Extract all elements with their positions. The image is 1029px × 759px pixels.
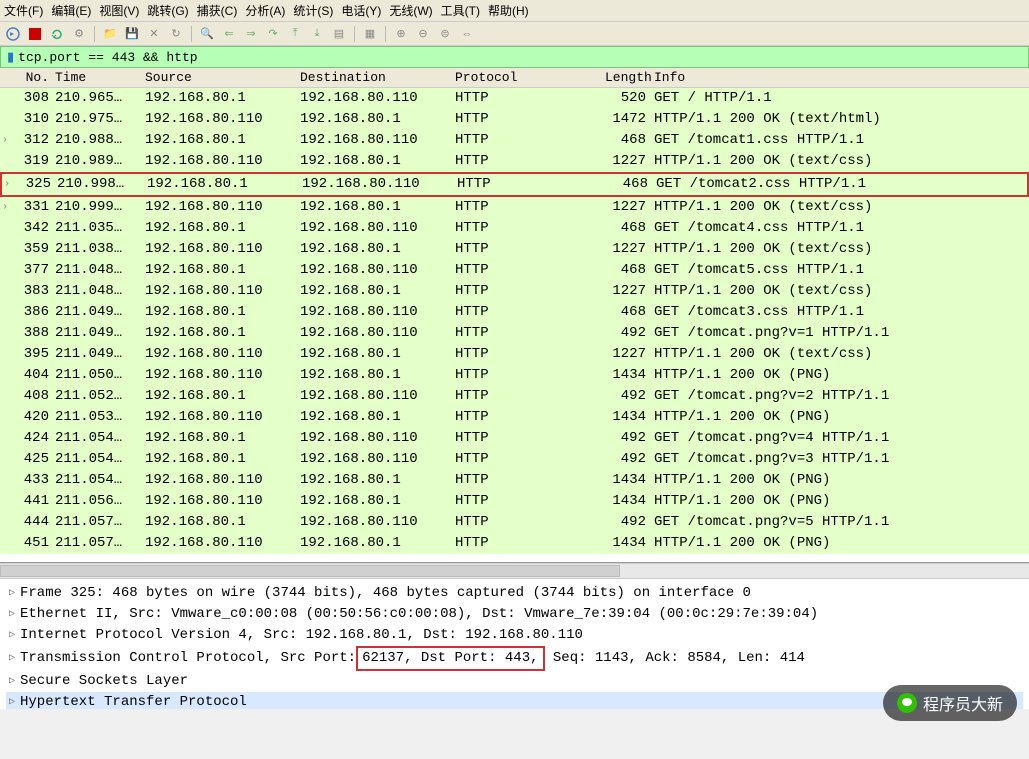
menu-edit[interactable]: 编辑(E) <box>51 2 91 19</box>
toolbar-separator <box>191 26 192 42</box>
autoscroll-icon[interactable]: ▤ <box>330 25 348 43</box>
wechat-icon <box>897 693 917 713</box>
packet-row[interactable]: 388211.049…192.168.80.1192.168.80.110HTT… <box>0 323 1029 344</box>
detail-http[interactable]: ▷ Hypertext Transfer Protocol <box>6 692 1023 709</box>
horizontal-scrollbar[interactable] <box>0 563 1029 579</box>
packet-row[interactable]: 395211.049…192.168.80.110192.168.80.1HTT… <box>0 344 1029 365</box>
stop-capture-icon[interactable] <box>26 25 44 43</box>
packet-details-pane[interactable]: ▷ Frame 325: 468 bytes on wire (3744 bit… <box>0 579 1029 709</box>
packet-row[interactable]: 433211.054…192.168.80.110192.168.80.1HTT… <box>0 470 1029 491</box>
restart-capture-icon[interactable] <box>48 25 66 43</box>
menu-capture[interactable]: 捕获(C) <box>197 2 238 19</box>
packet-row[interactable]: 319210.989…192.168.80.110192.168.80.1HTT… <box>0 151 1029 172</box>
open-file-icon[interactable]: 📁 <box>101 25 119 43</box>
toolbar: ⚙ 📁 💾 ✕ ↻ 🔍 ⇐ ⇒ ↷ ⤒ ⤓ ▤ ▦ ⊕ ⊖ ⊜ ⇔ <box>0 22 1029 46</box>
watermark-text: 程序员大新 <box>923 691 1003 715</box>
packet-row[interactable]: 425211.054…192.168.80.1192.168.80.110HTT… <box>0 449 1029 470</box>
packet-row[interactable]: 377211.048…192.168.80.1192.168.80.110HTT… <box>0 260 1029 281</box>
packet-list-header: No. Time Source Destination Protocol Len… <box>0 68 1029 88</box>
column-time[interactable]: Time <box>55 70 145 85</box>
display-filter-bar: ▮ <box>0 46 1029 68</box>
watermark-badge: 程序员大新 <box>883 685 1017 721</box>
expander-icon[interactable]: ▷ <box>6 583 18 604</box>
packet-row[interactable]: ›331210.999…192.168.80.110192.168.80.1HT… <box>0 197 1029 218</box>
toolbar-separator <box>354 26 355 42</box>
detail-tcp-text: Transmission Control Protocol, Src Port:… <box>20 646 805 671</box>
detail-http-text: Hypertext Transfer Protocol <box>20 692 247 709</box>
expander-icon[interactable]: ▷ <box>6 671 18 692</box>
toolbar-separator <box>94 26 95 42</box>
column-protocol[interactable]: Protocol <box>455 70 605 85</box>
column-source[interactable]: Source <box>145 70 300 85</box>
column-info[interactable]: Info <box>650 70 1029 85</box>
menu-telephony[interactable]: 电话(Y) <box>341 2 381 19</box>
colorize-icon[interactable]: ▦ <box>361 25 379 43</box>
packet-list-pane[interactable]: 308210.965…192.168.80.1192.168.80.110HTT… <box>0 88 1029 563</box>
packet-row[interactable]: 383211.048…192.168.80.110192.168.80.1HTT… <box>0 281 1029 302</box>
expander-icon[interactable]: ▷ <box>6 604 18 625</box>
toolbar-separator <box>385 26 386 42</box>
detail-frame[interactable]: ▷ Frame 325: 468 bytes on wire (3744 bit… <box>6 583 1023 604</box>
menubar: 文件(F) 编辑(E) 视图(V) 跳转(G) 捕获(C) 分析(A) 统计(S… <box>0 0 1029 22</box>
options-icon[interactable]: ⚙ <box>70 25 88 43</box>
packet-row[interactable]: 386211.049…192.168.80.1192.168.80.110HTT… <box>0 302 1029 323</box>
packet-row[interactable]: 408211.052…192.168.80.1192.168.80.110HTT… <box>0 386 1029 407</box>
reload-icon[interactable]: ↻ <box>167 25 185 43</box>
packet-row[interactable]: ›325210.998…192.168.80.1192.168.80.110HT… <box>0 172 1029 197</box>
display-filter-input[interactable] <box>18 50 1022 65</box>
expander-icon[interactable]: ▷ <box>6 648 18 669</box>
jump-icon[interactable]: ↷ <box>264 25 282 43</box>
packet-row[interactable]: 310210.975…192.168.80.110192.168.80.1HTT… <box>0 109 1029 130</box>
packet-row[interactable]: 308210.965…192.168.80.1192.168.80.110HTT… <box>0 88 1029 109</box>
detail-ethernet[interactable]: ▷ Ethernet II, Src: Vmware_c0:00:08 (00:… <box>6 604 1023 625</box>
menu-view[interactable]: 视图(V) <box>99 2 139 19</box>
detail-frame-text: Frame 325: 468 bytes on wire (3744 bits)… <box>20 583 751 604</box>
menu-tools[interactable]: 工具(T) <box>441 2 480 19</box>
expander-icon[interactable]: ▷ <box>6 625 18 646</box>
packet-row[interactable]: 404211.050…192.168.80.110192.168.80.1HTT… <box>0 365 1029 386</box>
packet-row[interactable]: 359211.038…192.168.80.110192.168.80.1HTT… <box>0 239 1029 260</box>
detail-tcp[interactable]: ▷ Transmission Control Protocol, Src Por… <box>6 646 1023 671</box>
packet-row[interactable]: 342211.035…192.168.80.1192.168.80.110HTT… <box>0 218 1029 239</box>
find-packet-icon[interactable]: 🔍 <box>198 25 216 43</box>
packet-row[interactable]: 451211.057…192.168.80.110192.168.80.1HTT… <box>0 533 1029 554</box>
packet-row[interactable]: 424211.054…192.168.80.1192.168.80.110HTT… <box>0 428 1029 449</box>
detail-ip[interactable]: ▷ Internet Protocol Version 4, Src: 192.… <box>6 625 1023 646</box>
menu-wireless[interactable]: 无线(W) <box>389 2 432 19</box>
column-destination[interactable]: Destination <box>300 70 455 85</box>
packet-row[interactable]: 444211.057…192.168.80.1192.168.80.110HTT… <box>0 512 1029 533</box>
menu-goto[interactable]: 跳转(G) <box>147 2 188 19</box>
resize-columns-icon[interactable]: ⇔ <box>458 25 476 43</box>
detail-ssl-text: Secure Sockets Layer <box>20 671 188 692</box>
go-back-icon[interactable]: ⇐ <box>220 25 238 43</box>
highlight-ports-box: 62137, Dst Port: 443, <box>356 646 544 671</box>
detail-ip-text: Internet Protocol Version 4, Src: 192.16… <box>20 625 583 646</box>
packet-row[interactable]: ›312210.988…192.168.80.1192.168.80.110HT… <box>0 130 1029 151</box>
packet-row[interactable]: 441211.056…192.168.80.110192.168.80.1HTT… <box>0 491 1029 512</box>
menu-analyze[interactable]: 分析(A) <box>245 2 285 19</box>
filter-bookmark-icon[interactable]: ▮ <box>7 49 14 65</box>
packet-row[interactable]: 420211.053…192.168.80.110192.168.80.1HTT… <box>0 407 1029 428</box>
go-first-icon[interactable]: ⤒ <box>286 25 304 43</box>
menu-stats[interactable]: 统计(S) <box>293 2 333 19</box>
go-last-icon[interactable]: ⤓ <box>308 25 326 43</box>
detail-ssl[interactable]: ▷ Secure Sockets Layer <box>6 671 1023 692</box>
column-no[interactable]: No. <box>10 70 55 85</box>
close-file-icon[interactable]: ✕ <box>145 25 163 43</box>
go-forward-icon[interactable]: ⇒ <box>242 25 260 43</box>
zoom-out-icon[interactable]: ⊖ <box>414 25 432 43</box>
expander-icon[interactable]: ▷ <box>6 692 18 709</box>
start-capture-icon[interactable] <box>4 25 22 43</box>
menu-help[interactable]: 帮助(H) <box>488 2 529 19</box>
save-file-icon[interactable]: 💾 <box>123 25 141 43</box>
zoom-reset-icon[interactable]: ⊜ <box>436 25 454 43</box>
column-length[interactable]: Length <box>605 70 650 85</box>
detail-ethernet-text: Ethernet II, Src: Vmware_c0:00:08 (00:50… <box>20 604 818 625</box>
zoom-in-icon[interactable]: ⊕ <box>392 25 410 43</box>
menu-file[interactable]: 文件(F) <box>4 2 43 19</box>
